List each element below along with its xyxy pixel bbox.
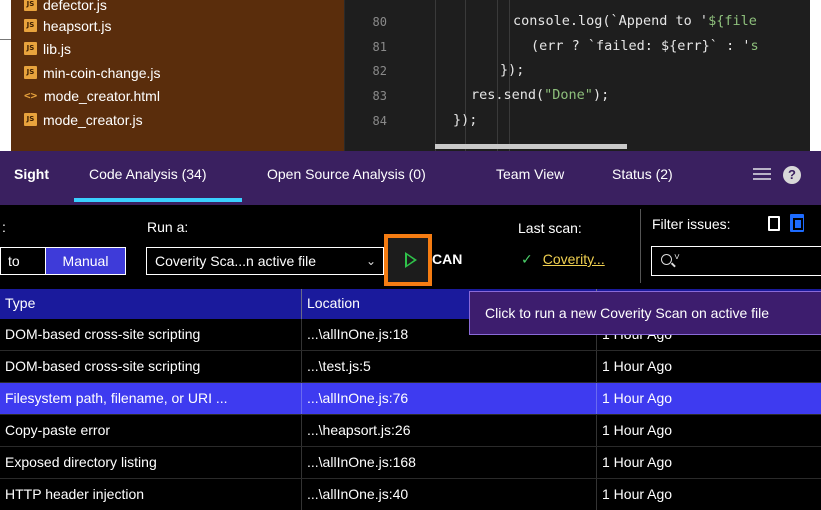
search-icon: [661, 254, 672, 265]
window-edge: [810, 0, 821, 151]
line-number: 81: [372, 40, 387, 54]
help-icon[interactable]: ?: [783, 166, 801, 184]
chevron-down-icon: ⌄: [365, 254, 376, 268]
line-number: 84: [372, 114, 387, 128]
file-item[interactable]: JS defector.js: [24, 0, 107, 15]
file-name: mode_creator.html: [44, 87, 160, 104]
js-file-icon: JS: [24, 42, 37, 55]
filter-search-input[interactable]: ˅: [651, 246, 821, 276]
file-item[interactable]: JS min-coin-change.js: [24, 62, 161, 83]
last-scan-link[interactable]: ✓ Coverity...: [521, 251, 605, 268]
file-name: heapsort.js: [43, 17, 112, 34]
js-file-icon: JS: [24, 0, 37, 11]
issue-location-cell: ...\allInOne.js:76: [302, 383, 597, 414]
editor-gutter-edge: [0, 0, 11, 151]
document-filter-icon[interactable]: [790, 214, 804, 232]
run-scan-tooltip: Click to run a new Coverity Scan on acti…: [469, 291, 821, 335]
file-name: defector.js: [43, 0, 107, 13]
issue-type-cell: HTTP header injection: [0, 479, 302, 510]
issue-type-cell: Copy-paste error: [0, 415, 302, 446]
menu-icon[interactable]: [753, 168, 771, 182]
issue-location-cell: ...\allInOne.js:40: [302, 479, 597, 510]
tab-open-source-analysis[interactable]: Open Source Analysis (0): [267, 166, 426, 182]
js-file-icon: JS: [24, 19, 37, 32]
line-number: 82: [372, 64, 387, 78]
issue-location-cell: ...\heapsort.js:26: [302, 415, 597, 446]
code-editor[interactable]: 80 81 82 83 84 console.log(`Append to '$…: [344, 0, 821, 151]
issue-time-cell: 1 Hour Ago: [602, 390, 673, 406]
analysis-toolbar: : to Manual Run a: Coverity Sca...n acti…: [0, 205, 821, 289]
indent-guide: [497, 0, 498, 151]
issue-time-cell: 1 Hour Ago: [602, 454, 673, 470]
run-select-value: Coverity Sca...n active file: [155, 253, 317, 269]
code-line: });: [453, 112, 478, 128]
js-file-icon: JS: [24, 113, 37, 126]
issue-type-cell: DOM-based cross-site scripting: [0, 319, 302, 350]
check-icon: ✓: [521, 251, 533, 267]
issue-time-cell: 1 Hour Ago: [602, 422, 673, 438]
indent-guide: [435, 0, 436, 151]
file-item[interactable]: JS mode_creator.js: [24, 109, 143, 130]
issue-location-cell: ...\test.js:5: [302, 351, 597, 382]
tab-team-view[interactable]: Team View: [496, 166, 564, 182]
panel-tab-bar: Sight Code Analysis (34) Open Source Ana…: [0, 151, 821, 205]
active-tab-indicator: [74, 198, 242, 202]
file-item[interactable]: JS heapsort.js: [24, 15, 111, 36]
code-line: console.log(`Append to '${file: [513, 13, 757, 29]
line-number: 83: [372, 89, 387, 103]
tab-sight[interactable]: Sight: [14, 166, 49, 182]
table-row[interactable]: Copy-paste error ...\heapsort.js:26 1 Ho…: [0, 415, 821, 447]
issue-type-cell: Filesystem path, filename, or URI ...: [0, 383, 302, 414]
line-number: 80: [372, 15, 387, 29]
file-item[interactable]: <> mode_creator.html: [24, 85, 160, 106]
scan-button-label[interactable]: CAN: [432, 251, 462, 267]
issue-time-cell: 1 Hour Ago: [602, 486, 673, 502]
issue-type-cell: Exposed directory listing: [0, 447, 302, 478]
issue-type-cell: DOM-based cross-site scripting: [0, 351, 302, 382]
auto-mode-button[interactable]: to: [0, 247, 45, 275]
run-scan-button[interactable]: [384, 234, 432, 286]
run-scan-type-select[interactable]: Coverity Sca...n active file ⌄: [146, 247, 384, 275]
code-line: (err ? `failed: ${err}` : 's: [531, 38, 759, 54]
table-row[interactable]: DOM-based cross-site scripting ...\test.…: [0, 351, 821, 383]
js-file-icon: JS: [24, 66, 37, 79]
mode-label: :: [2, 219, 6, 235]
code-line: res.send("Done");: [471, 87, 610, 103]
table-row-selected[interactable]: Filesystem path, filename, or URI ... ..…: [0, 383, 821, 415]
table-row[interactable]: HTTP header injection ...\allInOne.js:40…: [0, 479, 821, 510]
issue-time-cell: 1 Hour Ago: [602, 358, 673, 374]
table-row[interactable]: Exposed directory listing ...\allInOne.j…: [0, 447, 821, 479]
toolbar-divider: [640, 209, 641, 283]
issue-location-cell: ...\allInOne.js:168: [302, 447, 597, 478]
html-file-icon: <>: [24, 89, 38, 102]
file-name: lib.js: [43, 40, 72, 57]
tab-code-analysis[interactable]: Code Analysis (34): [89, 166, 207, 182]
file-explorer: JS defector.js JS heapsort.js JS lib.js …: [11, 0, 344, 151]
play-icon: [405, 252, 417, 268]
file-name: min-coin-change.js: [43, 64, 161, 81]
file-item[interactable]: JS lib.js: [24, 38, 71, 59]
search-options-caret-icon: ˅: [674, 252, 680, 263]
horizontal-scrollbar[interactable]: [435, 144, 627, 149]
last-scan-label: Last scan:: [518, 220, 582, 236]
filter-issues-label: Filter issues:: [652, 216, 731, 232]
manual-mode-button[interactable]: Manual: [45, 247, 126, 275]
code-line: });: [500, 62, 525, 78]
run-label: Run a:: [147, 219, 189, 235]
tab-status[interactable]: Status (2): [612, 166, 673, 182]
document-icon[interactable]: [768, 216, 780, 231]
indent-guide: [465, 0, 466, 151]
column-header-type[interactable]: Type: [0, 289, 302, 319]
file-name: mode_creator.js: [43, 111, 143, 128]
